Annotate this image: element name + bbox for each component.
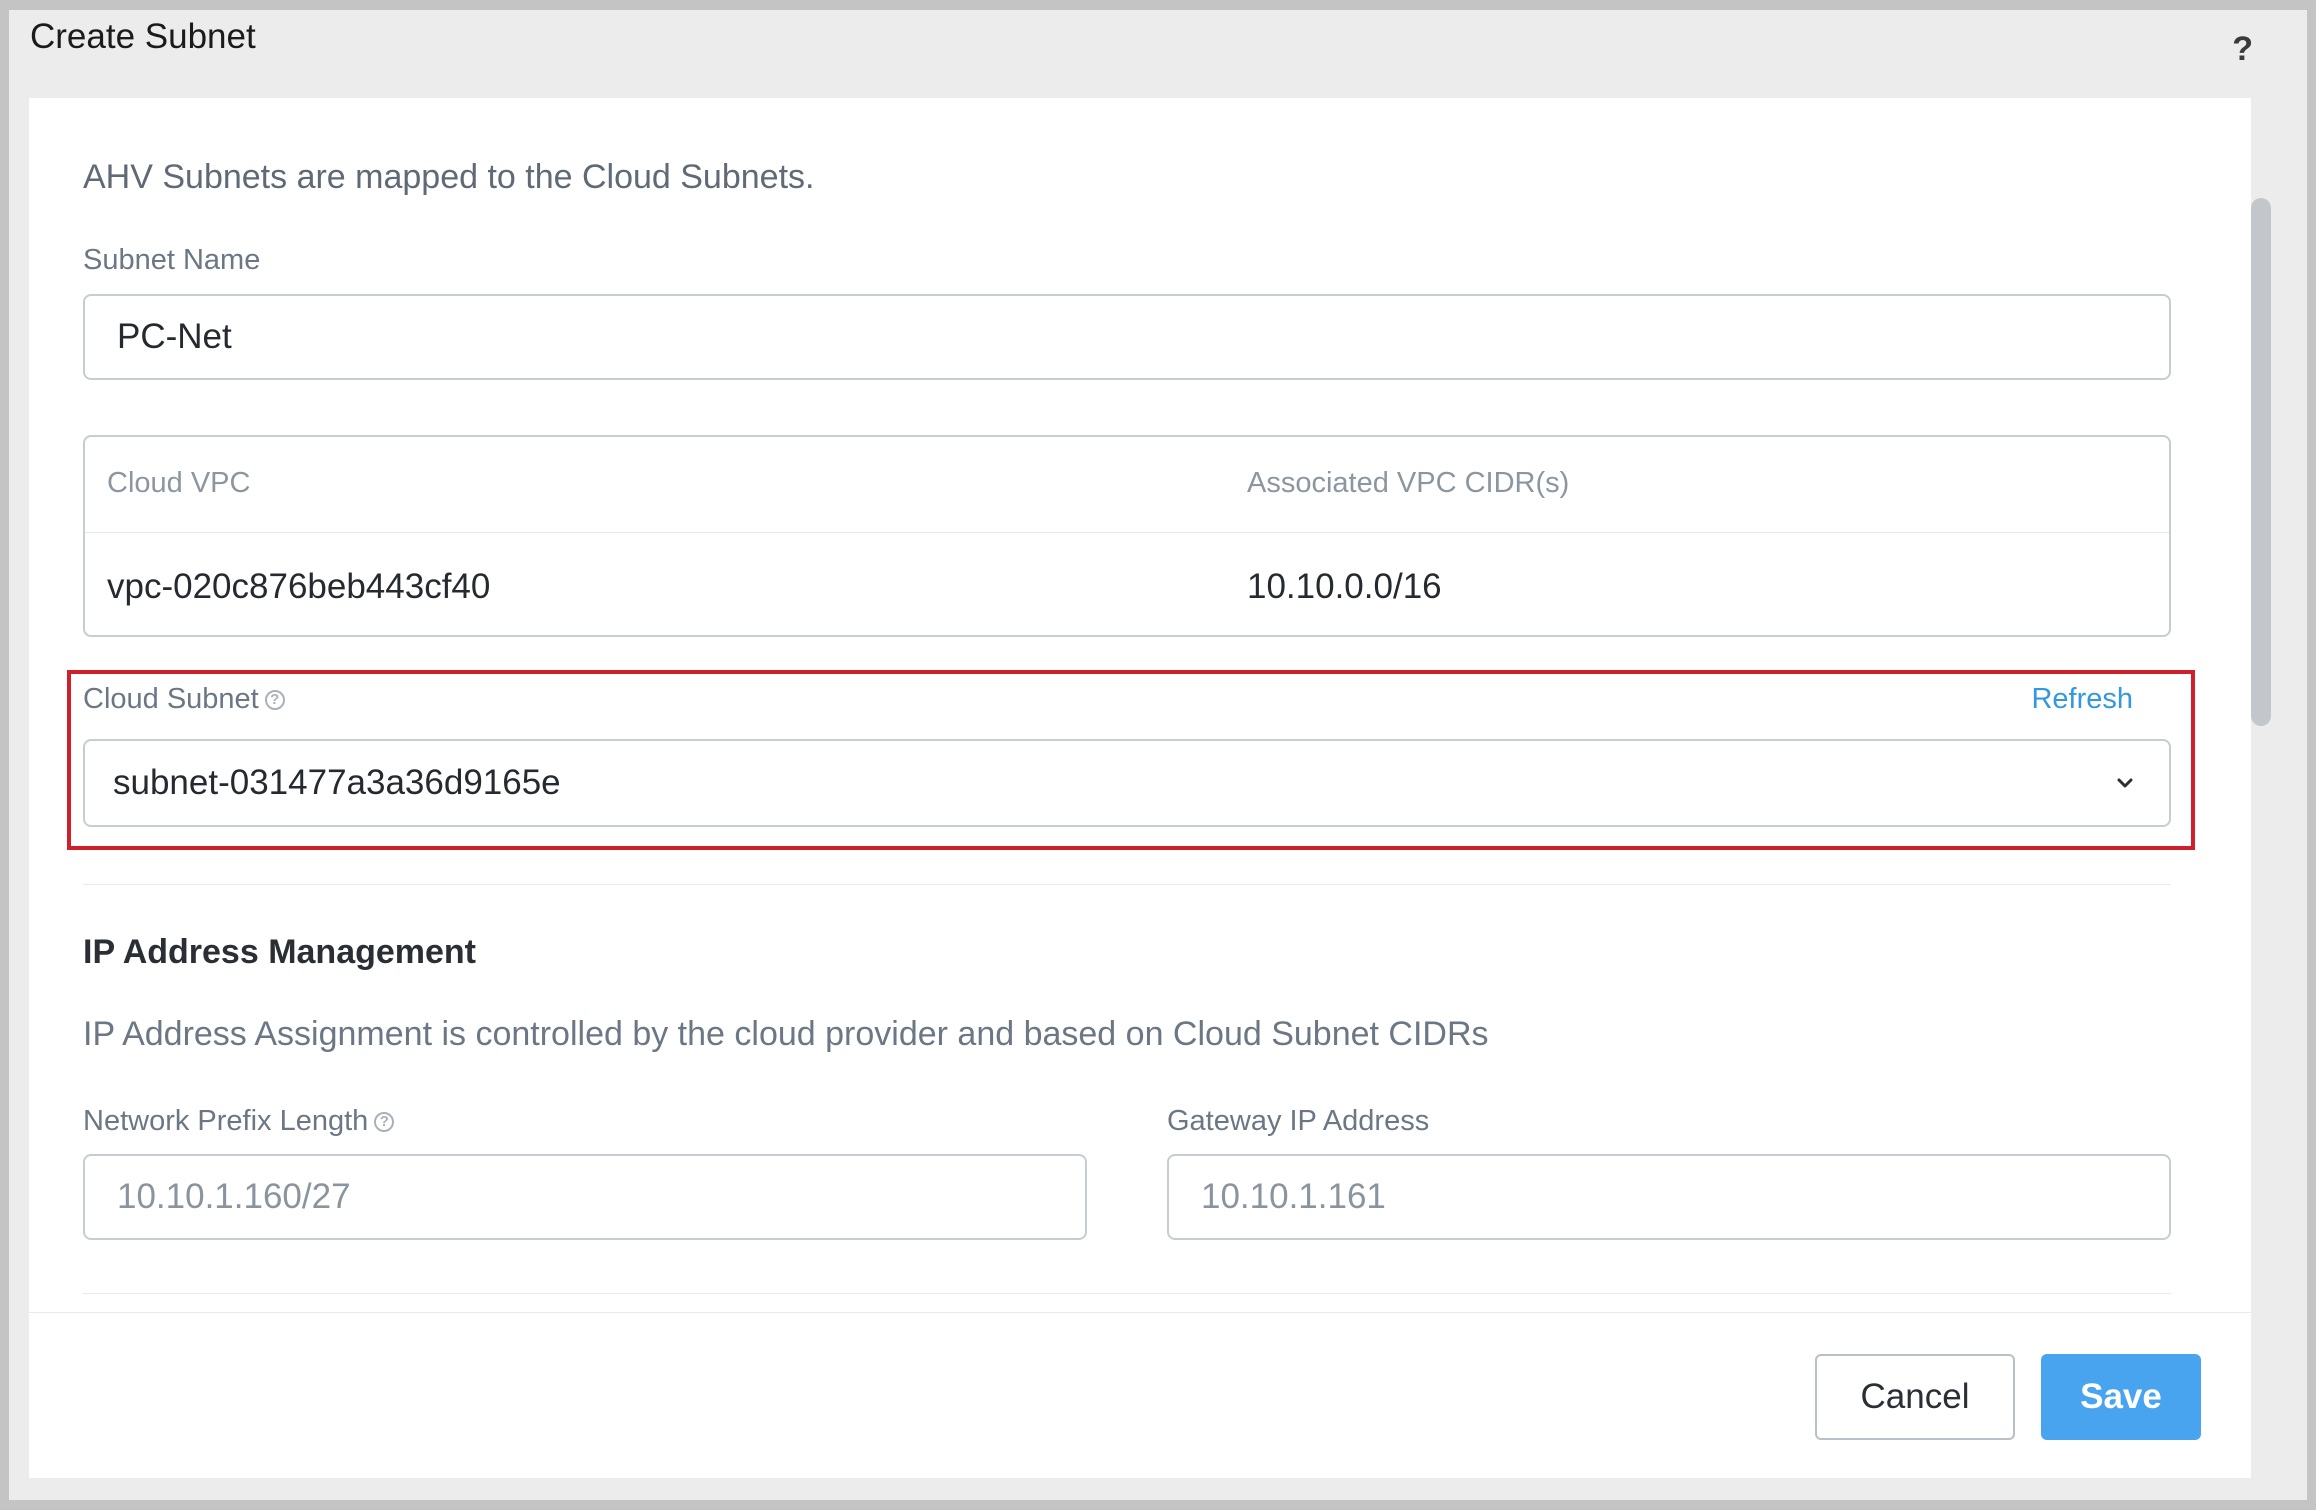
info-icon[interactable]: ? (264, 690, 285, 711)
prefix-value: 10.10.1.160/27 (117, 1177, 351, 1216)
ipam-title: IP Address Management (83, 933, 477, 971)
scrollbar[interactable] (2251, 198, 2271, 726)
cloud-subnet-label-wrap: Cloud Subnet? (83, 683, 285, 716)
column-header-cloud-vpc: Cloud VPC (107, 467, 251, 499)
section-divider (83, 1293, 2171, 1294)
subnet-name-value: PC-Net (117, 317, 232, 356)
footer-divider (29, 1312, 2251, 1313)
gateway-label: Gateway IP Address (1167, 1105, 1430, 1137)
intro-text: AHV Subnets are mapped to the Cloud Subn… (83, 158, 815, 196)
save-button[interactable]: Save (2041, 1354, 2201, 1440)
chevron-down-icon (2117, 778, 2133, 788)
gateway-ip-field: 10.10.1.161 (1167, 1154, 2171, 1240)
cloud-subnet-label: Cloud Subnet (83, 683, 259, 715)
cloud-subnet-selected: subnet-031477a3a36d9165e (113, 763, 561, 802)
prefix-label: Network Prefix Length (83, 1105, 369, 1137)
section-divider (83, 884, 2171, 885)
cloud-vpc-table: Cloud VPC Associated VPC CIDR(s) vpc-020… (83, 435, 2171, 637)
cell-cloud-vpc: vpc-020c876beb443cf40 (107, 567, 491, 606)
column-header-vpc-cidrs: Associated VPC CIDR(s) (1247, 467, 1570, 499)
dialog-body: AHV Subnets are mapped to the Cloud Subn… (29, 98, 2271, 1478)
create-subnet-dialog: Create Subnet ? AHV Subnets are mapped t… (9, 10, 2307, 1500)
prefix-length-field: 10.10.1.160/27 (83, 1154, 1087, 1240)
info-icon[interactable]: ? (374, 1112, 395, 1133)
prefix-label-wrap: Network Prefix Length? (83, 1105, 395, 1138)
dialog-title: Create Subnet (30, 17, 256, 56)
refresh-link[interactable]: Refresh (2031, 683, 2133, 716)
cloud-subnet-select[interactable]: subnet-031477a3a36d9165e (83, 739, 2171, 827)
help-icon[interactable]: ? (2232, 26, 2253, 72)
subnet-name-input[interactable]: PC-Net (83, 294, 2171, 380)
gateway-value: 10.10.1.161 (1201, 1177, 1386, 1216)
cancel-button[interactable]: Cancel (1815, 1354, 2015, 1440)
subnet-name-label: Subnet Name (83, 244, 261, 276)
ipam-description: IP Address Assignment is controlled by t… (83, 1015, 1489, 1053)
table-header-row (85, 437, 2169, 533)
cell-vpc-cidr: 10.10.0.0/16 (1247, 567, 1442, 606)
